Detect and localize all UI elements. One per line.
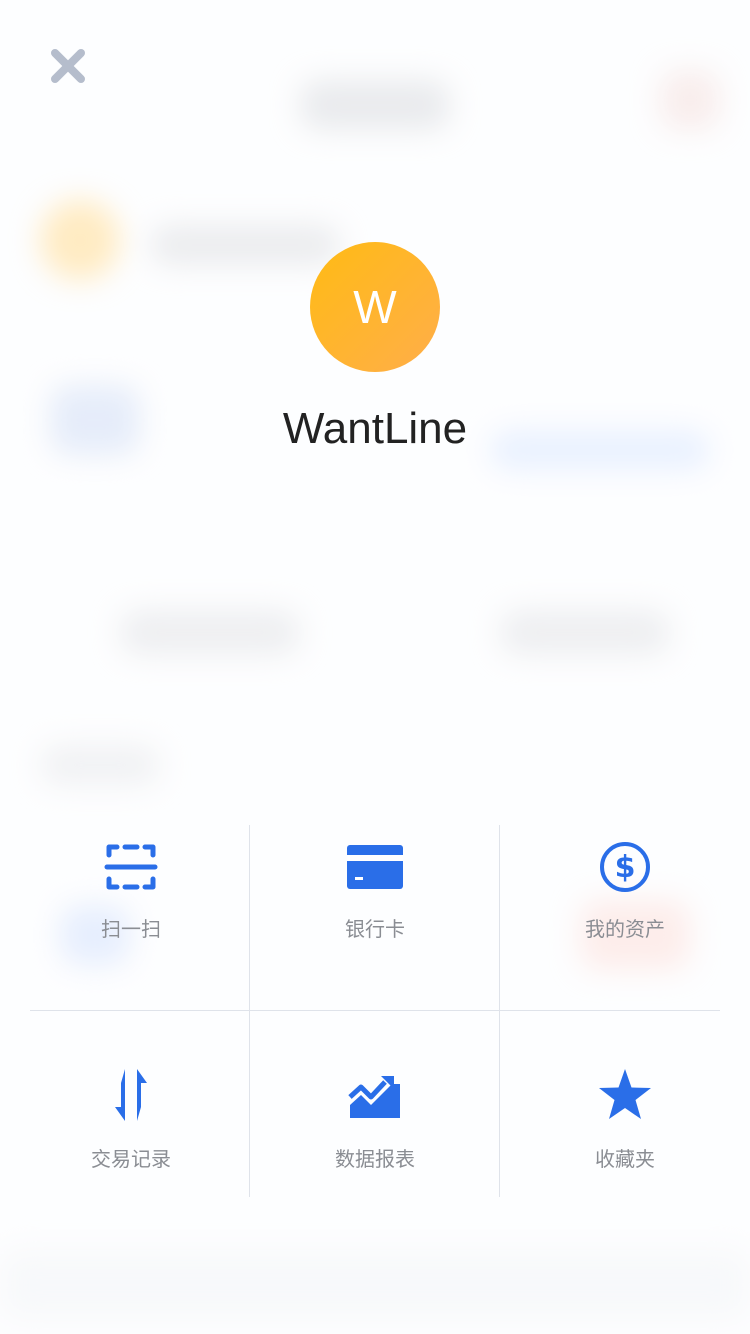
dollar-icon: $ [600, 842, 650, 892]
menu-item-label: 数据报表 [335, 1147, 415, 1171]
username: WantLine [282, 404, 468, 453]
menu-item-label: 交易记录 [91, 1147, 171, 1171]
avatar: W [310, 242, 440, 372]
chart-trend-icon [348, 1076, 400, 1118]
menu-item-favorites[interactable]: 收藏夹 [510, 1011, 740, 1197]
menu-item-my-assets[interactable]: $ 我的资产 [510, 825, 740, 1011]
star-icon [599, 1069, 651, 1119]
close-icon[interactable] [46, 44, 90, 88]
divider [249, 825, 250, 1197]
menu-item-label: 银行卡 [345, 917, 405, 941]
menu-item-bank-card[interactable]: 银行卡 [260, 825, 490, 1011]
menu-item-transactions[interactable]: 交易记录 [16, 1011, 246, 1197]
menu-item-label: 收藏夹 [595, 1147, 655, 1171]
menu-grid: 扫一扫 银行卡 $ 我的资产 交易记录 数据报表 收藏夹 [30, 825, 720, 1197]
divider [499, 825, 500, 1197]
menu-item-reports[interactable]: 数据报表 [260, 1011, 490, 1197]
scan-icon [104, 844, 158, 890]
avatar-letter: W [353, 281, 397, 333]
menu-item-scan[interactable]: 扫一扫 [16, 825, 246, 1011]
bank-card-icon [347, 845, 403, 889]
menu-item-label: 我的资产 [585, 917, 665, 941]
svg-text:$: $ [615, 850, 636, 885]
menu-item-label: 扫一扫 [101, 917, 161, 941]
transfer-arrows-icon [115, 1069, 147, 1121]
